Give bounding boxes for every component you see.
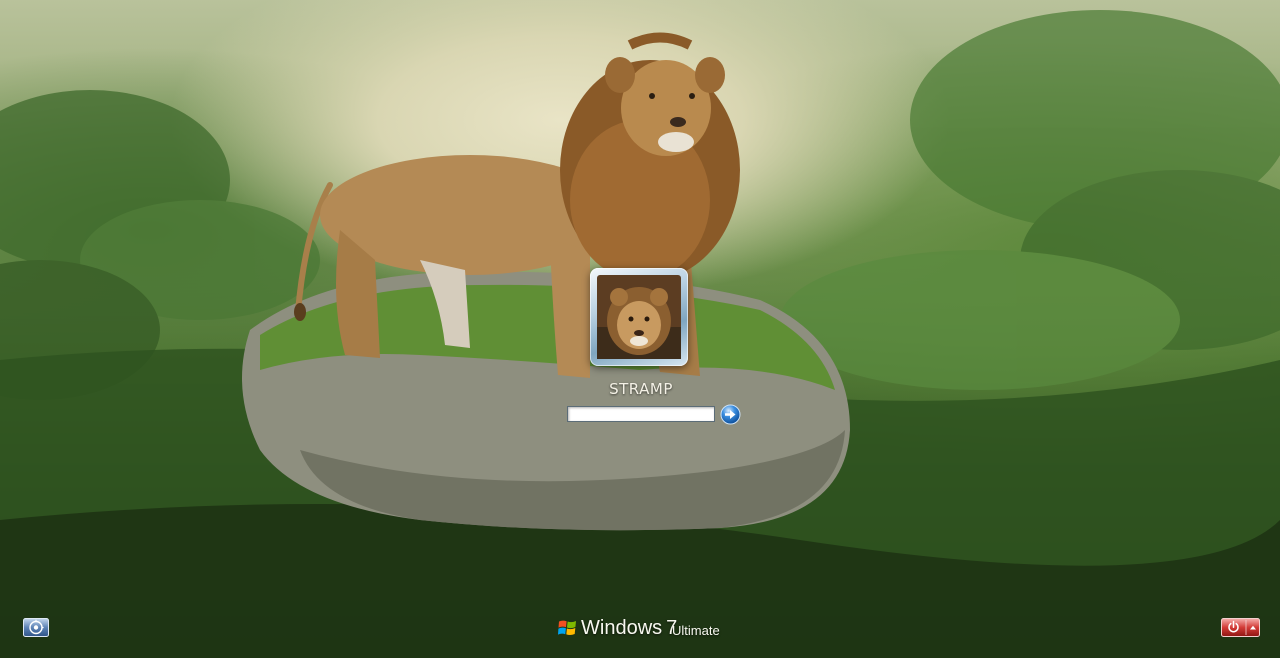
username-label: STRAMP: [609, 380, 673, 398]
submit-arrow-button[interactable]: [720, 404, 741, 425]
os-name-text: Windows: [581, 617, 663, 639]
login-panel: STRAMP: [0, 0, 1280, 658]
shutdown-button[interactable]: [1221, 618, 1260, 637]
user-avatar[interactable]: [590, 268, 688, 366]
windows-logo-icon: [558, 620, 576, 636]
avatar-image: [597, 275, 681, 359]
os-name: Windows 7: [581, 617, 677, 640]
os-edition: Ultimate: [672, 623, 720, 638]
password-input[interactable]: [567, 406, 715, 422]
ease-of-access-button[interactable]: [23, 618, 49, 637]
